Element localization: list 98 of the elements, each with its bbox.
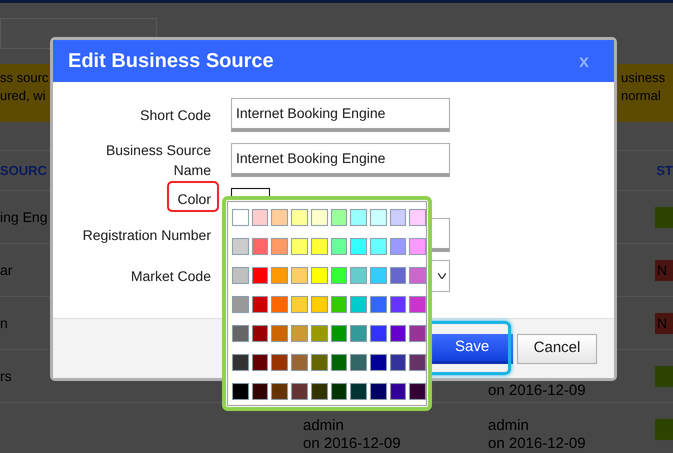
color-swatch[interactable] [390,209,406,226]
color-swatch[interactable] [291,325,308,342]
color-swatch[interactable] [252,209,268,226]
color-swatch[interactable] [252,354,268,371]
color-swatch[interactable] [330,354,348,371]
color-swatch[interactable] [350,383,367,400]
field-label: Short Code [140,106,211,125]
color-swatch[interactable] [252,325,268,342]
audit-text: admin [488,417,529,435]
color-swatch[interactable] [232,296,249,313]
color-swatch[interactable] [271,238,288,255]
source-name: ar [0,260,12,280]
color-swatch[interactable] [232,238,249,255]
color-swatch[interactable] [350,296,367,313]
color-swatch[interactable] [370,325,387,342]
color-swatch[interactable] [252,267,268,284]
color-swatch[interactable] [409,325,426,342]
color-swatch[interactable] [271,209,288,226]
notice-text: ured, wi [0,87,46,105]
column-header: SOURC [0,162,47,180]
color-swatch[interactable] [330,267,348,284]
color-swatch[interactable] [252,238,268,255]
color-swatch[interactable] [291,238,308,255]
color-swatch[interactable] [291,383,308,400]
dialog-title: Edit Business Source [68,49,274,74]
audit-text: on 2016-12-09 [303,435,401,453]
color-swatch[interactable] [252,296,268,313]
color-swatch[interactable] [232,209,249,226]
color-swatch[interactable] [350,354,367,371]
color-swatch[interactable] [271,296,288,313]
field-label: Market Code [130,267,211,286]
cancel-button[interactable]: Cancel [517,334,597,364]
color-swatch[interactable] [310,354,328,371]
color-swatch[interactable] [390,296,406,313]
color-swatch[interactable] [271,383,288,400]
chevron-down-icon [438,273,446,279]
color-swatch[interactable] [291,296,308,313]
color-swatch[interactable] [370,383,387,400]
color-swatch[interactable] [390,238,406,255]
field-label: Registration Number [82,226,211,245]
input-field[interactable]: Internet Booking Engine [231,98,450,132]
color-swatch[interactable] [271,354,288,371]
color-swatch[interactable] [310,238,328,255]
source-name: n [0,314,8,332]
color-swatch[interactable] [310,383,328,400]
color-swatch[interactable] [350,209,367,226]
audit-text: on 2016-12-09 [488,435,586,453]
color-swatch[interactable] [252,383,268,400]
color-swatch[interactable] [271,325,288,342]
status-badge: N [655,260,673,280]
color-swatch[interactable] [390,325,406,342]
color-swatch[interactable] [330,296,348,313]
notice-text: normal [621,87,661,105]
color-swatch[interactable] [370,238,387,255]
source-name: rs [0,366,12,386]
color-swatch[interactable] [409,267,426,284]
color-swatch[interactable] [232,383,249,400]
color-swatch[interactable] [271,267,288,284]
color-swatch[interactable] [330,325,348,342]
status-badge: N [655,312,673,334]
field-label: Business Source Name [104,141,211,180]
color-swatch[interactable] [390,267,406,284]
color-swatch[interactable] [390,354,406,371]
input-field[interactable]: Internet Booking Engine [231,143,450,177]
color-swatch[interactable] [310,267,328,284]
column-header: ST [656,162,673,180]
color-swatch[interactable] [291,209,308,226]
notice-text: ss sourc [0,69,48,87]
color-swatch[interactable] [291,267,308,284]
source-name: ing Eng [0,208,48,227]
notice-text: usiness [621,69,666,87]
color-swatch[interactable] [232,267,249,284]
color-swatch[interactable] [409,238,426,255]
color-swatch[interactable] [291,354,308,371]
audit-text: admin [303,417,344,435]
color-swatch[interactable] [409,354,426,371]
color-swatch[interactable] [232,354,249,371]
field-label: Color [178,190,211,209]
color-swatch[interactable] [310,296,328,313]
color-swatch[interactable] [370,209,387,226]
color-swatch[interactable] [370,354,387,371]
color-swatch[interactable] [350,267,367,284]
color-swatch[interactable] [350,325,367,342]
color-swatch[interactable] [310,325,328,342]
color-swatch[interactable] [409,209,426,226]
color-swatch[interactable] [409,296,426,313]
color-swatch[interactable] [330,383,348,400]
color-swatch[interactable] [370,267,387,284]
color-swatch[interactable] [330,209,348,226]
color-swatch[interactable] [390,383,406,400]
color-swatch[interactable] [350,238,367,255]
color-swatch[interactable] [370,296,387,313]
audit-text: on 2016-12-09 [488,382,586,400]
save-button[interactable]: Save [429,334,513,364]
color-swatch[interactable] [232,325,249,342]
color-swatch[interactable] [310,209,328,226]
color-swatch[interactable] [409,383,426,400]
color-swatch[interactable] [330,238,348,255]
